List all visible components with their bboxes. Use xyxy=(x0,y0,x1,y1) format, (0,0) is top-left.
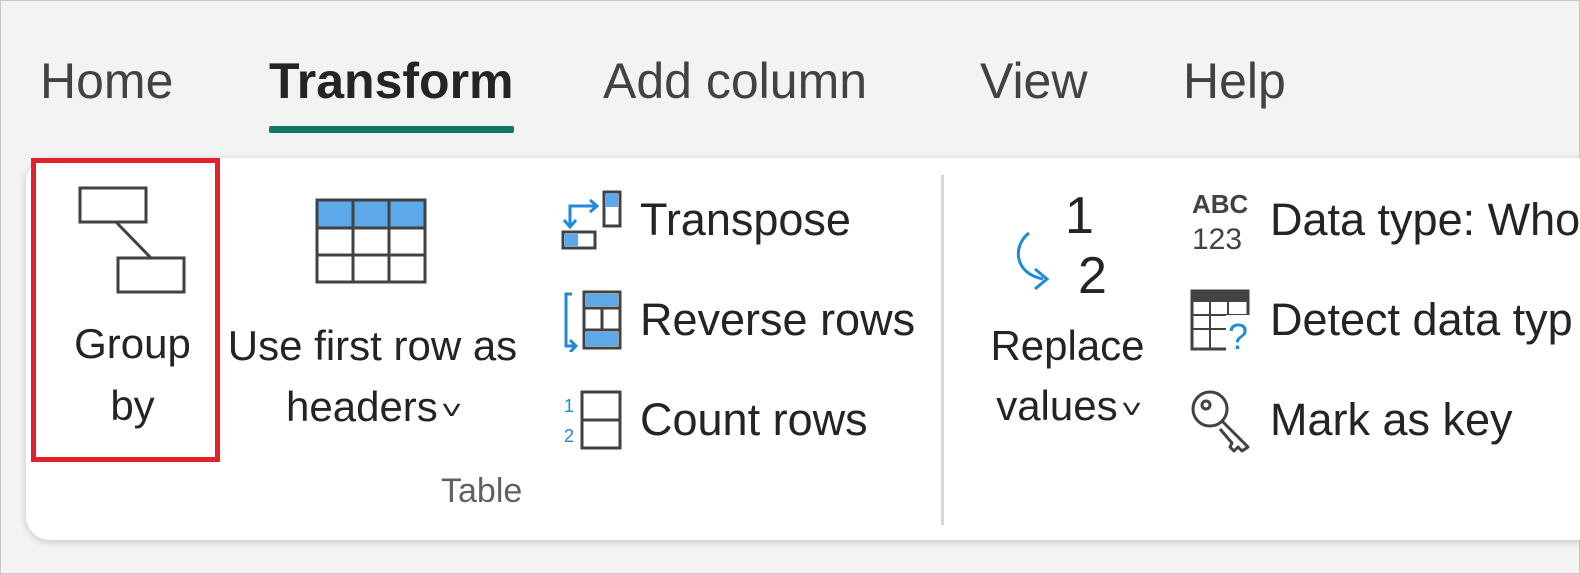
tab-home[interactable]: Home xyxy=(40,48,173,114)
svg-text:ABC: ABC xyxy=(1192,189,1249,219)
use-first-row-label-line2: headers ˅ xyxy=(215,376,530,441)
reverse-rows-icon xyxy=(564,290,622,352)
chevron-down-icon: ˅ xyxy=(440,394,463,425)
transpose-button[interactable]: Transpose xyxy=(560,184,851,256)
tab-transform[interactable]: Transform xyxy=(269,48,514,114)
group-divider xyxy=(941,175,944,525)
replace-values-icon: 1 2 xyxy=(1016,187,1107,303)
tab-view[interactable]: View xyxy=(980,48,1087,114)
count-rows-button[interactable]: 1 2 Count rows xyxy=(560,384,868,456)
detect-data-type-icon: ? xyxy=(1190,289,1254,353)
data-type-label: Data type: Who xyxy=(1270,194,1580,245)
replace-values-label-text: values xyxy=(996,382,1118,429)
transpose-label: Transpose xyxy=(640,194,851,245)
replace-values-label-line2: values ˅ xyxy=(975,375,1160,440)
tab-help[interactable]: Help xyxy=(1183,48,1286,114)
use-first-row-label-text: headers xyxy=(286,383,438,430)
svg-text:2: 2 xyxy=(564,426,574,446)
use-first-row-as-headers-button[interactable]: Use first row as headers ˅ xyxy=(215,165,530,455)
svg-text:?: ? xyxy=(1228,316,1248,353)
svg-text:2: 2 xyxy=(1078,247,1107,303)
table-headers-icon xyxy=(315,198,427,284)
mark-as-key-button[interactable]: Mark as key xyxy=(1190,384,1513,456)
key-icon xyxy=(1191,390,1250,453)
count-rows-label: Count rows xyxy=(640,394,868,445)
reverse-rows-button[interactable]: Reverse rows xyxy=(560,284,915,356)
abc-123-icon: ABC 123 xyxy=(1192,189,1249,255)
svg-text:1: 1 xyxy=(564,396,574,416)
data-type-button[interactable]: ABC 123 Data type: Who xyxy=(1190,184,1580,256)
table-group-label: Table xyxy=(441,472,523,510)
chevron-down-icon: ˅ xyxy=(1120,393,1142,424)
detect-data-type-label: Detect data typ xyxy=(1270,294,1573,345)
transpose-icon xyxy=(561,190,622,250)
detect-data-type-button[interactable]: ? Detect data typ xyxy=(1190,284,1573,356)
reverse-rows-label: Reverse rows xyxy=(640,294,916,345)
tab-add-column[interactable]: Add column xyxy=(603,48,867,114)
active-tab-indicator xyxy=(269,126,514,133)
replace-values-button[interactable]: 1 2 Replace values ˅ xyxy=(975,175,1160,455)
highlight-box xyxy=(31,158,220,462)
replace-values-label-line1: Replace xyxy=(990,322,1145,369)
mark-as-key-label: Mark as key xyxy=(1270,394,1513,445)
count-rows-icon: 1 2 xyxy=(564,390,622,450)
svg-text:123: 123 xyxy=(1192,223,1242,255)
svg-text:1: 1 xyxy=(1065,187,1094,245)
use-first-row-label-line1: Use first row as xyxy=(227,322,518,369)
